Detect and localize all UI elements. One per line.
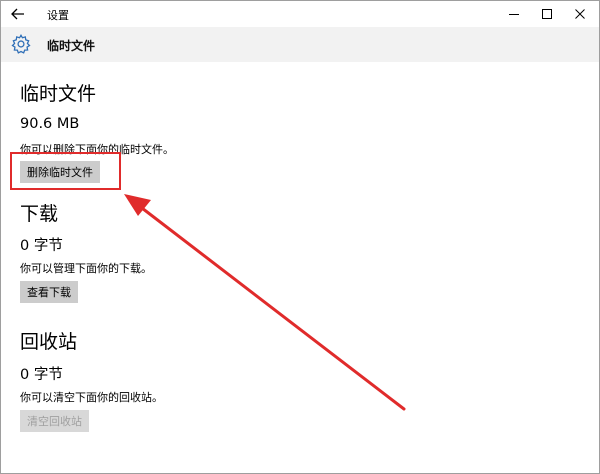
maximize-icon <box>542 9 552 19</box>
view-downloads-button[interactable]: 查看下载 <box>20 281 78 303</box>
highlight-box <box>10 152 121 190</box>
recycle-bin-size: 0 字节 <box>20 367 63 383</box>
downloads-size: 0 字节 <box>20 238 63 254</box>
back-arrow-icon <box>11 8 24 20</box>
app-title: 设置 <box>47 9 69 22</box>
section-title-recycle-bin: 回收站 <box>20 331 78 353</box>
close-icon <box>575 9 585 19</box>
settings-window: 设置 临时文件 临时文件 90.6 MB 你可以删除下面你的临时文件。 删除临时… <box>0 0 600 474</box>
close-button[interactable] <box>567 3 593 25</box>
recycle-bin-description: 你可以清空下面你的回收站。 <box>20 391 163 404</box>
maximize-button[interactable] <box>534 3 560 25</box>
page-title: 临时文件 <box>47 39 96 53</box>
section-title-temp-files: 临时文件 <box>20 83 97 105</box>
gear-icon <box>11 34 31 54</box>
title-bar: 设置 <box>1 1 599 27</box>
minimize-button[interactable] <box>501 3 527 25</box>
downloads-description: 你可以管理下面你的下载。 <box>20 262 152 275</box>
section-title-downloads: 下载 <box>20 203 59 225</box>
empty-recycle-bin-button: 清空回收站 <box>20 410 89 432</box>
back-button[interactable] <box>7 3 29 25</box>
minimize-icon <box>509 14 519 15</box>
page-header: 临时文件 <box>1 27 599 62</box>
temp-files-size: 90.6 MB <box>20 116 80 132</box>
